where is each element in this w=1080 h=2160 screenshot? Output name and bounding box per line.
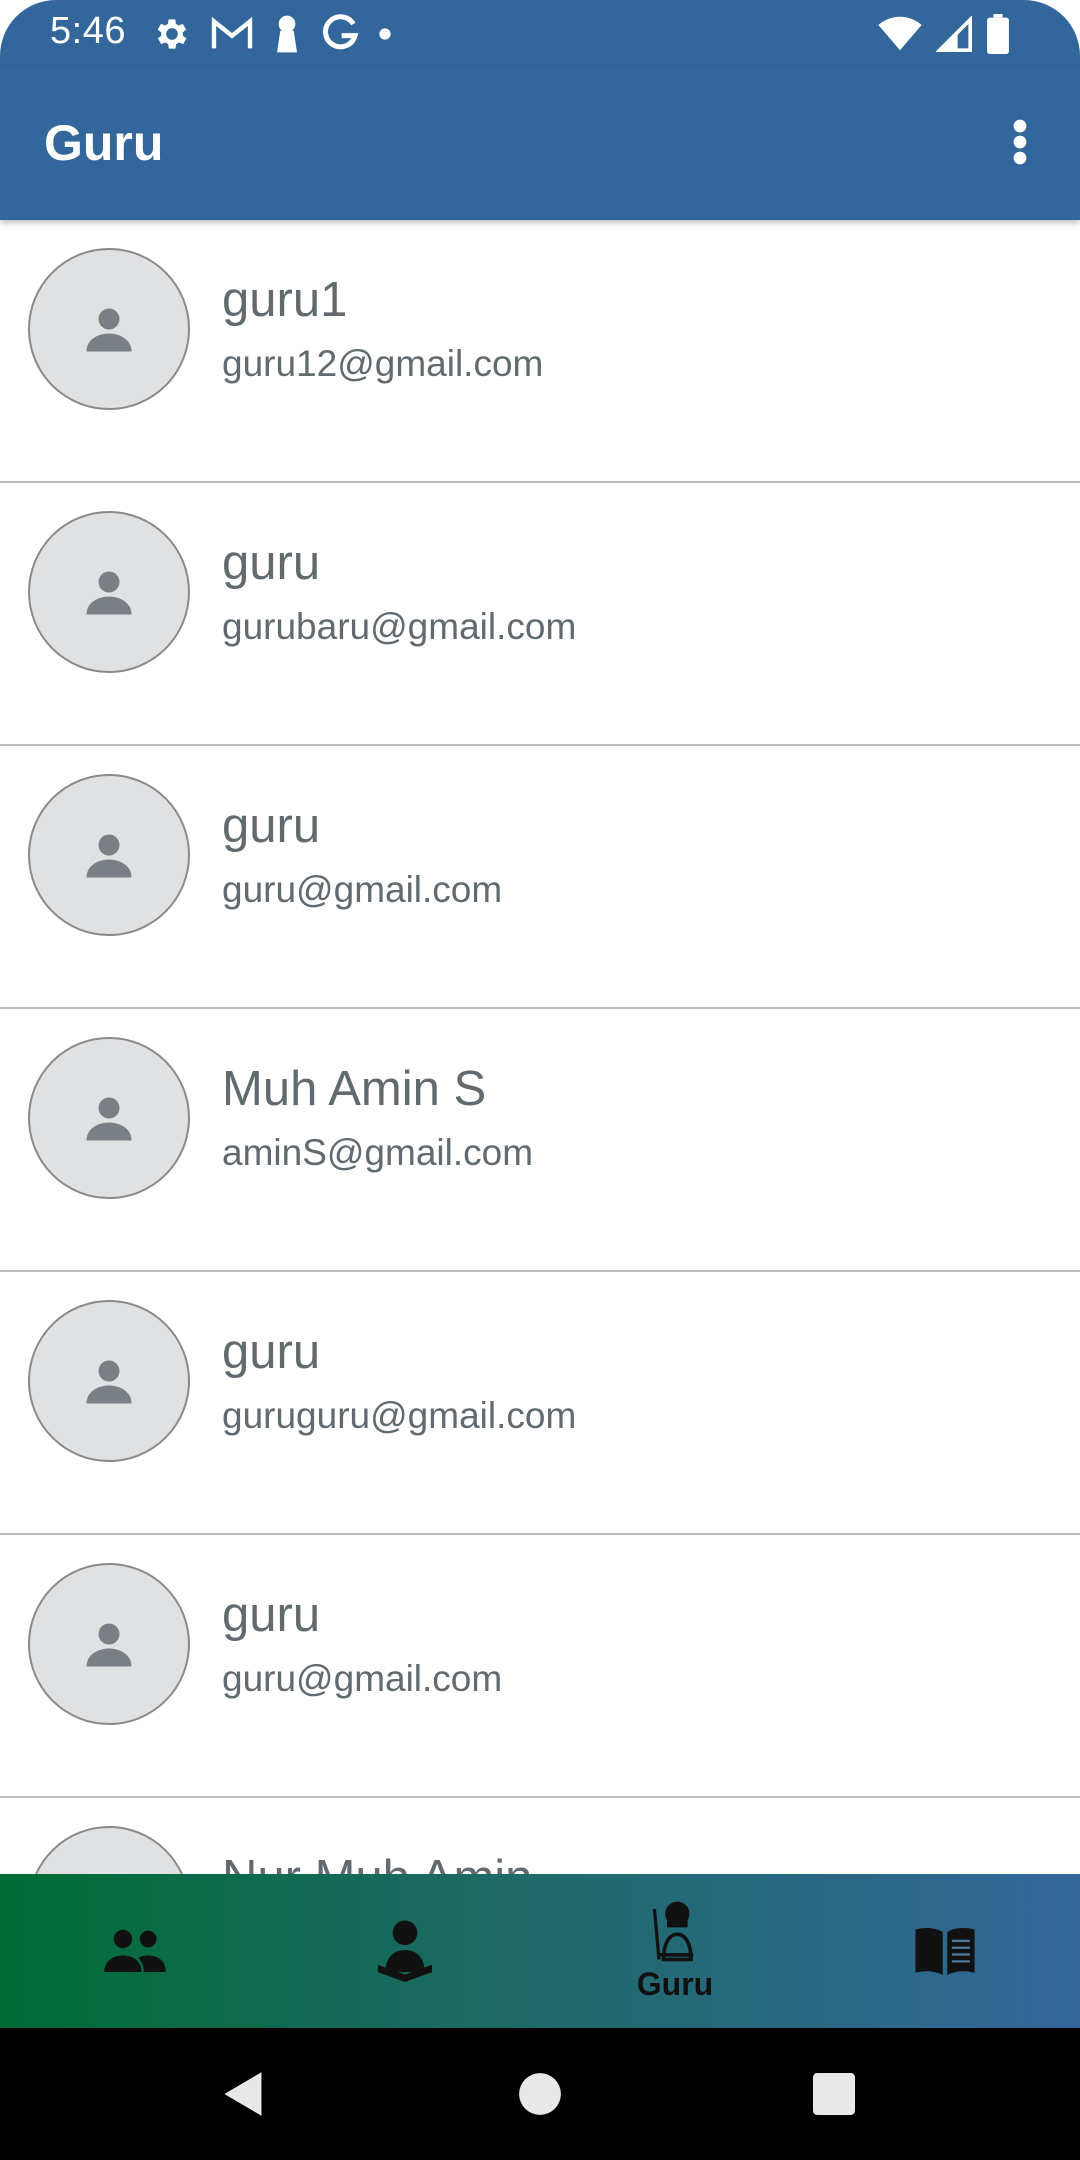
list-item[interactable]: guru1 guru12@gmail.com: [0, 220, 1080, 483]
status-icons-right: [864, 12, 1010, 56]
student-reading-icon: [377, 1920, 433, 1982]
recents-icon: [813, 2073, 855, 2115]
person-icon: [86, 571, 132, 615]
list-item[interactable]: guru gurubaru@gmail.com: [0, 483, 1080, 746]
dot-icon: [379, 28, 391, 40]
avatar: [28, 1037, 190, 1199]
person-icon: [86, 834, 132, 878]
person-icon: [86, 1097, 132, 1141]
nav-item-book[interactable]: [810, 1874, 1080, 2028]
book-icon: [915, 1928, 975, 1975]
list-item-email: guru@gmail.com: [222, 1658, 503, 1699]
list-item-email: aminS@gmail.com: [222, 1132, 534, 1173]
nav-item-student[interactable]: [270, 1874, 540, 2028]
list-item-name: guru: [222, 1588, 321, 1642]
list-item-email: guruguru@gmail.com: [222, 1395, 577, 1436]
recents-button[interactable]: [798, 2058, 870, 2130]
guru-list[interactable]: guru1 guru12@gmail.com guru gurubaru@gma…: [0, 220, 1080, 1874]
more-options-button[interactable]: [996, 106, 1044, 178]
list-item[interactable]: Muh Amin S aminS@gmail.com: [0, 1009, 1080, 1272]
signal-icon: [936, 16, 972, 52]
list-item-name: Nur Muh Amin: [222, 1850, 532, 1874]
list-item-name: guru: [222, 799, 321, 853]
google-icon: [323, 14, 359, 50]
settings-icon: [157, 19, 187, 49]
list-item-email: guru@gmail.com: [222, 869, 503, 910]
more-vert-icon: [1013, 119, 1027, 165]
list-item-name: guru1: [222, 273, 348, 327]
gmail-icon: [211, 16, 253, 49]
screen: 5:46 Guru guru1 guru12@gmail.com guru gu…: [0, 0, 1080, 2160]
battery-icon: [987, 14, 1009, 54]
avatar: [28, 511, 190, 673]
list-item[interactable]: guru guru@gmail.com: [0, 746, 1080, 1009]
home-icon: [519, 2073, 561, 2115]
avatar: [28, 774, 190, 936]
keyhole-icon: [277, 15, 297, 53]
status-time: 5:46: [50, 10, 126, 52]
person-icon: [86, 1360, 132, 1404]
avatar: [28, 1563, 190, 1725]
bottom-navigation: Guru: [0, 1874, 1080, 2028]
teacher-icon: [652, 1901, 694, 1961]
system-navigation-bar: [0, 2028, 1080, 2160]
status-bar: 5:46: [0, 0, 1080, 66]
person-icon: [86, 1623, 132, 1667]
list-item-name: Muh Amin S: [222, 1062, 487, 1116]
avatar: [28, 248, 190, 410]
nav-item-guru[interactable]: Guru: [540, 1874, 810, 2028]
back-button[interactable]: [208, 2058, 280, 2130]
list-item-email: guru12@gmail.com: [222, 343, 544, 384]
list-item-name: guru: [222, 1325, 321, 1379]
app-bar: Guru: [0, 66, 1080, 220]
wifi-icon: [878, 16, 922, 51]
list-item[interactable]: Nur Muh Amin: [0, 1798, 1080, 1874]
list-item[interactable]: guru guruguru@gmail.com: [0, 1272, 1080, 1535]
back-icon: [224, 2072, 262, 2116]
list-item-name: guru: [222, 536, 321, 590]
status-icons-left: [152, 12, 410, 56]
person-icon: [86, 308, 132, 352]
group-icon: [104, 1929, 166, 1972]
nav-label-guru: Guru: [636, 1965, 714, 2002]
list-item[interactable]: guru guru@gmail.com: [0, 1535, 1080, 1798]
avatar: [28, 1300, 190, 1462]
avatar: [28, 1826, 190, 1874]
app-title: Guru: [44, 115, 164, 171]
list-item-email: gurubaru@gmail.com: [222, 606, 577, 647]
home-button[interactable]: [504, 2058, 576, 2130]
nav-item-group[interactable]: [0, 1874, 270, 2028]
